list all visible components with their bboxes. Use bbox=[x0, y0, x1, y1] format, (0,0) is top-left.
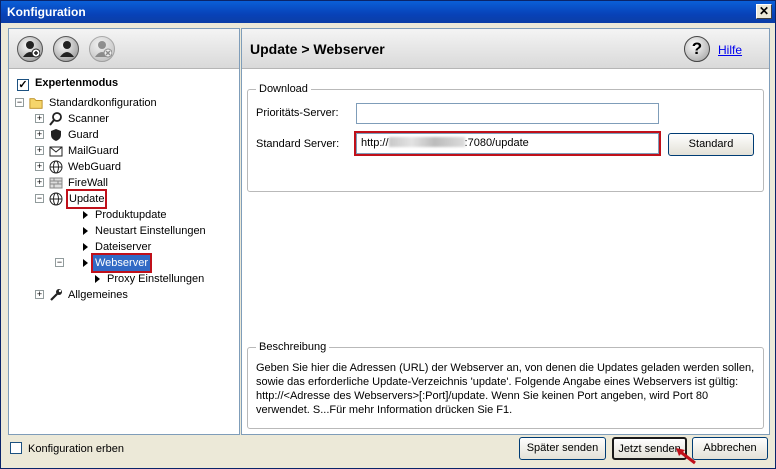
pointer-arrow-icon bbox=[676, 448, 696, 465]
expert-mode-checkbox[interactable]: ✓ bbox=[17, 79, 29, 91]
standard-server-prefix: http:// bbox=[361, 137, 389, 149]
navigation-toolbar bbox=[9, 29, 239, 69]
page-title: Update > Webserver bbox=[250, 41, 385, 57]
content-header: Update > Webserver ? Hilfe bbox=[242, 29, 769, 69]
update-globe-icon bbox=[49, 192, 63, 206]
download-group: Download Prioritäts-Server: Standard Ser… bbox=[247, 83, 764, 192]
remove-user-icon[interactable] bbox=[89, 36, 115, 62]
expand-toggle[interactable]: + bbox=[35, 114, 44, 123]
folder-icon bbox=[29, 98, 43, 109]
arrow-right-icon bbox=[83, 259, 88, 267]
expand-toggle[interactable]: + bbox=[35, 178, 44, 187]
expand-toggle[interactable]: + bbox=[35, 146, 44, 155]
expand-toggle[interactable]: + bbox=[35, 290, 44, 299]
add-user-icon[interactable] bbox=[17, 36, 43, 62]
description-text: Geben Sie hier die Adressen (URL) der We… bbox=[256, 362, 755, 416]
help-icon[interactable]: ? bbox=[684, 36, 710, 62]
user-icon[interactable] bbox=[53, 36, 79, 62]
inherit-config-checkbox[interactable] bbox=[10, 442, 22, 454]
download-legend: Download bbox=[256, 83, 311, 95]
navigation-panel: ✓ Expertenmodus − Standardkonfiguration +… bbox=[8, 28, 240, 435]
title-bar: Konfiguration ✕ bbox=[1, 1, 775, 23]
standard-server-input[interactable]: http:// :7080/update bbox=[354, 131, 661, 156]
wrench-icon bbox=[50, 289, 62, 301]
webserver-label: Webserver bbox=[91, 253, 152, 273]
globe-icon bbox=[49, 160, 63, 174]
cancel-button[interactable]: Abbrechen bbox=[692, 437, 768, 460]
update-label: Update bbox=[65, 189, 108, 209]
expert-mode-label: Expertenmodus bbox=[35, 77, 119, 89]
send-later-button[interactable]: Später senden bbox=[519, 437, 606, 460]
mail-icon bbox=[49, 146, 63, 157]
arrow-right-icon bbox=[83, 243, 88, 251]
priority-server-label: Prioritäts-Server: bbox=[256, 107, 339, 119]
standard-button[interactable]: Standard bbox=[668, 133, 754, 156]
description-legend: Beschreibung bbox=[256, 341, 330, 353]
magnifier-icon bbox=[49, 112, 62, 126]
expert-mode-row[interactable]: ✓ Expertenmodus bbox=[17, 77, 118, 91]
content-panel: Update > Webserver ? Hilfe Download Prio… bbox=[241, 28, 770, 435]
config-window: Konfiguration ✕ ✓ Expertenmodus − Standar… bbox=[0, 0, 776, 469]
priority-server-input[interactable] bbox=[356, 103, 659, 124]
collapse-toggle[interactable]: − bbox=[15, 98, 24, 107]
arrow-right-icon bbox=[83, 227, 88, 235]
shield-icon bbox=[51, 129, 61, 141]
bottom-bar: Konfiguration erben Später senden Jetzt … bbox=[1, 436, 775, 468]
window-title: Konfiguration bbox=[7, 5, 86, 19]
close-button[interactable]: ✕ bbox=[756, 4, 772, 19]
arrow-right-icon bbox=[83, 211, 88, 219]
collapse-toggle[interactable]: − bbox=[55, 258, 64, 267]
expand-toggle[interactable]: + bbox=[35, 162, 44, 171]
arrow-right-icon bbox=[95, 275, 100, 283]
redacted-address bbox=[388, 137, 465, 147]
inherit-config-row[interactable]: Konfiguration erben bbox=[10, 442, 124, 455]
firewall-icon bbox=[49, 177, 63, 189]
standard-server-suffix: :7080/update bbox=[464, 137, 529, 149]
expand-toggle[interactable]: + bbox=[35, 130, 44, 139]
inherit-config-label: Konfiguration erben bbox=[28, 443, 125, 455]
standard-server-label: Standard Server: bbox=[256, 138, 340, 150]
help-link[interactable]: Hilfe bbox=[718, 43, 742, 57]
collapse-toggle[interactable]: − bbox=[35, 194, 44, 203]
